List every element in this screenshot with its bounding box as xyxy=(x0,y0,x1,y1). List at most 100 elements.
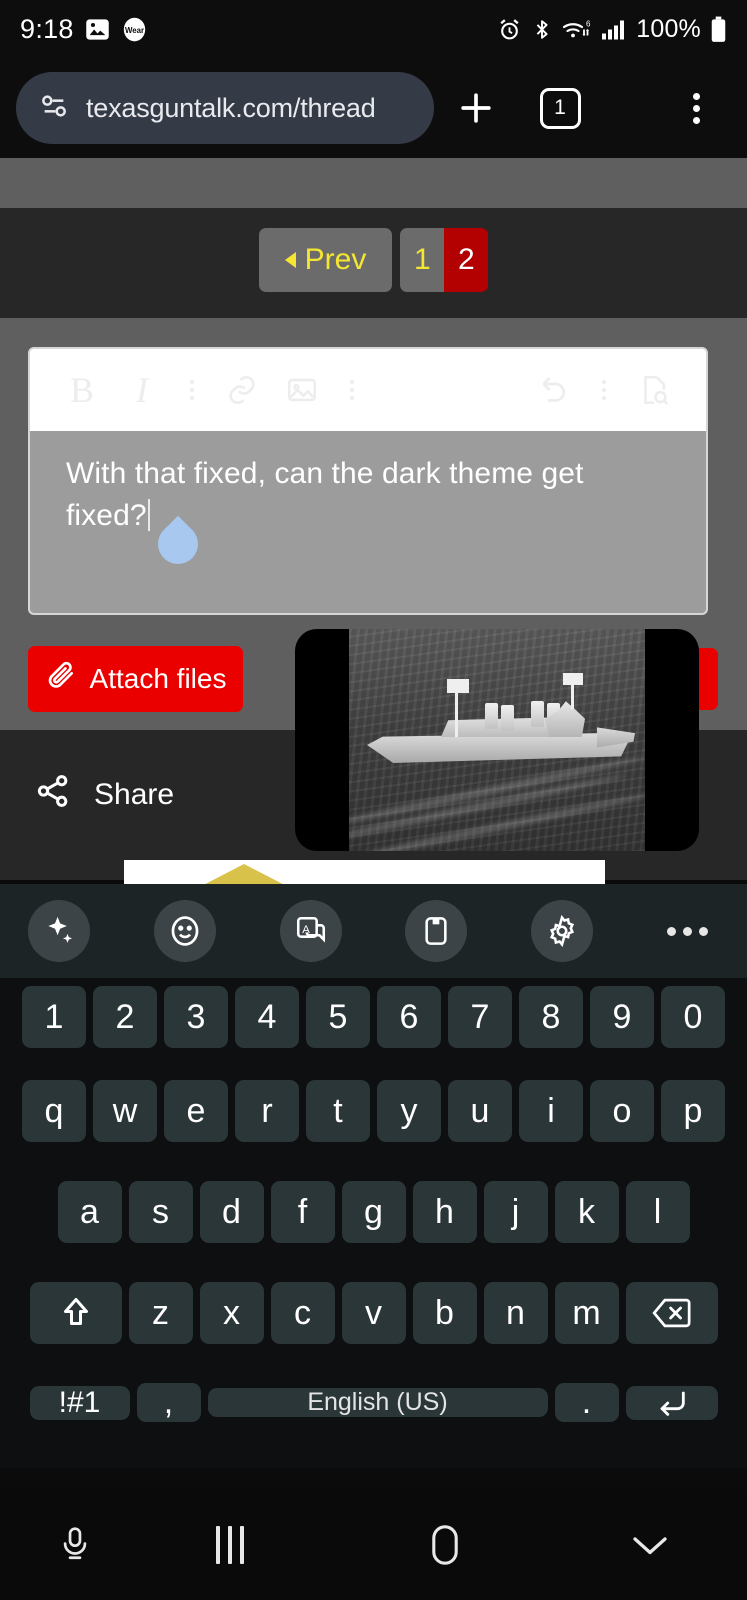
svg-text:6: 6 xyxy=(586,19,591,28)
ai-sparkle-icon[interactable] xyxy=(28,900,90,962)
emoji-icon[interactable] xyxy=(153,900,216,962)
key-r[interactable]: r xyxy=(235,1080,299,1142)
prev-page-button[interactable]: Prev xyxy=(258,228,393,292)
key-x[interactable]: x xyxy=(199,1282,264,1344)
attach-files-label: Attach files xyxy=(89,663,227,694)
more-options-icon[interactable] xyxy=(657,900,719,962)
address-bar[interactable]: texasguntalk.com/thread xyxy=(16,72,434,144)
key-m[interactable]: m xyxy=(554,1282,619,1344)
new-tab-button[interactable] xyxy=(434,86,518,130)
key-6[interactable]: 6 xyxy=(377,986,441,1048)
attach-files-button[interactable]: Attach files xyxy=(28,646,243,712)
page-number-1[interactable]: 1 xyxy=(400,228,445,292)
key-7[interactable]: 7 xyxy=(448,986,512,1048)
key-o[interactable]: o xyxy=(590,1080,654,1142)
keyboard-toolbar: A xyxy=(0,884,747,978)
key-5[interactable]: 5 xyxy=(306,986,370,1048)
key-3[interactable]: 3 xyxy=(164,986,228,1048)
key-z[interactable]: z xyxy=(128,1282,193,1344)
key-l[interactable]: l xyxy=(625,1181,690,1243)
wifi-icon: 6 xyxy=(562,17,592,42)
translate-icon[interactable]: A xyxy=(279,900,342,962)
key-f[interactable]: f xyxy=(270,1181,335,1243)
key-v[interactable]: v xyxy=(341,1282,406,1344)
key-q[interactable]: q xyxy=(22,1080,86,1142)
keyboard-row-home: a s d f g h j k l xyxy=(0,1181,747,1243)
battery-icon xyxy=(710,16,727,43)
settings-gear-icon[interactable] xyxy=(531,900,594,962)
key-h[interactable]: h xyxy=(412,1181,477,1243)
status-bar-left: 9:18 Wear xyxy=(20,14,148,45)
key-8[interactable]: 8 xyxy=(519,986,583,1048)
link-icon[interactable] xyxy=(212,373,272,407)
space-key[interactable]: English (US) xyxy=(207,1388,548,1417)
home-icon[interactable] xyxy=(360,1524,530,1566)
warship-photo[interactable] xyxy=(295,629,699,851)
url-text: texasguntalk.com/thread xyxy=(86,92,376,123)
key-2[interactable]: 2 xyxy=(93,986,157,1048)
site-settings-icon[interactable] xyxy=(38,90,70,127)
ship-funnel-3 xyxy=(531,701,544,727)
key-t[interactable]: t xyxy=(306,1080,370,1142)
key-b[interactable]: b xyxy=(412,1282,477,1344)
key-g[interactable]: g xyxy=(341,1181,406,1243)
key-9[interactable]: 9 xyxy=(590,986,654,1048)
svg-text:Wear: Wear xyxy=(125,25,144,34)
dismiss-keyboard-icon[interactable] xyxy=(560,1530,740,1560)
key-0[interactable]: 0 xyxy=(661,986,725,1048)
editor-toolbar: B I xyxy=(30,349,706,431)
ship-radar-aft xyxy=(563,673,583,685)
key-k[interactable]: k xyxy=(554,1181,619,1243)
status-bar-right: 6 100% xyxy=(497,15,727,44)
toolbar-divider-1 xyxy=(172,380,212,400)
key-j[interactable]: j xyxy=(483,1181,548,1243)
key-period[interactable]: . xyxy=(554,1383,619,1422)
enter-icon[interactable] xyxy=(625,1385,718,1420)
ship-funnel-1 xyxy=(485,703,498,729)
backspace-icon[interactable] xyxy=(625,1282,718,1344)
key-i[interactable]: i xyxy=(519,1080,583,1142)
key-a[interactable]: a xyxy=(57,1181,122,1243)
ship-radar xyxy=(447,679,469,693)
toolbar-divider-3 xyxy=(584,380,624,400)
overflow-menu-icon[interactable] xyxy=(661,92,731,124)
key-comma[interactable]: , xyxy=(136,1383,201,1422)
key-s[interactable]: s xyxy=(128,1181,193,1243)
key-c[interactable]: c xyxy=(270,1282,335,1344)
key-n[interactable]: n xyxy=(483,1282,548,1344)
system-nav-bar xyxy=(0,1490,747,1600)
key-d[interactable]: d xyxy=(199,1181,264,1243)
pagination: Prev 1 2 xyxy=(0,210,747,310)
ship-funnel-2 xyxy=(501,705,514,731)
key-p[interactable]: p xyxy=(661,1080,725,1142)
signal-icon xyxy=(601,17,627,42)
recents-icon[interactable] xyxy=(150,1526,310,1564)
key-e[interactable]: e xyxy=(164,1080,228,1142)
key-y[interactable]: y xyxy=(377,1080,441,1142)
key-u[interactable]: u xyxy=(448,1080,512,1142)
shift-icon[interactable] xyxy=(29,1282,122,1344)
italic-icon[interactable]: I xyxy=(112,369,172,411)
key-1[interactable]: 1 xyxy=(22,986,86,1048)
keyboard-row-bottom-letters: z x c v b n m xyxy=(0,1282,747,1344)
microphone-icon[interactable] xyxy=(0,1526,150,1564)
symbols-key[interactable]: !#1 xyxy=(29,1385,130,1420)
status-clock: 9:18 xyxy=(20,13,74,44)
next-post-card xyxy=(124,860,605,884)
share-button[interactable]: Share xyxy=(34,772,174,818)
toolbar-divider-2 xyxy=(332,380,372,400)
clipboard-icon[interactable] xyxy=(405,900,468,962)
bold-icon[interactable]: B xyxy=(52,369,112,411)
photos-icon xyxy=(84,16,111,43)
undo-icon[interactable] xyxy=(524,372,584,408)
reply-textarea[interactable]: With that fixed, can the dark theme get … xyxy=(30,431,706,613)
preview-icon[interactable] xyxy=(624,373,684,407)
tab-switcher-button[interactable]: 1 xyxy=(518,87,602,129)
reply-editor: B I With that fixed, can the dark theme … xyxy=(28,347,708,615)
key-w[interactable]: w xyxy=(93,1080,157,1142)
image-icon[interactable] xyxy=(272,373,332,407)
warship-photo-content xyxy=(349,629,645,851)
keyboard-row-numbers: 1 2 3 4 5 6 7 8 9 0 xyxy=(0,986,747,1048)
key-4[interactable]: 4 xyxy=(235,986,299,1048)
page-number-2[interactable]: 2 xyxy=(444,228,489,292)
